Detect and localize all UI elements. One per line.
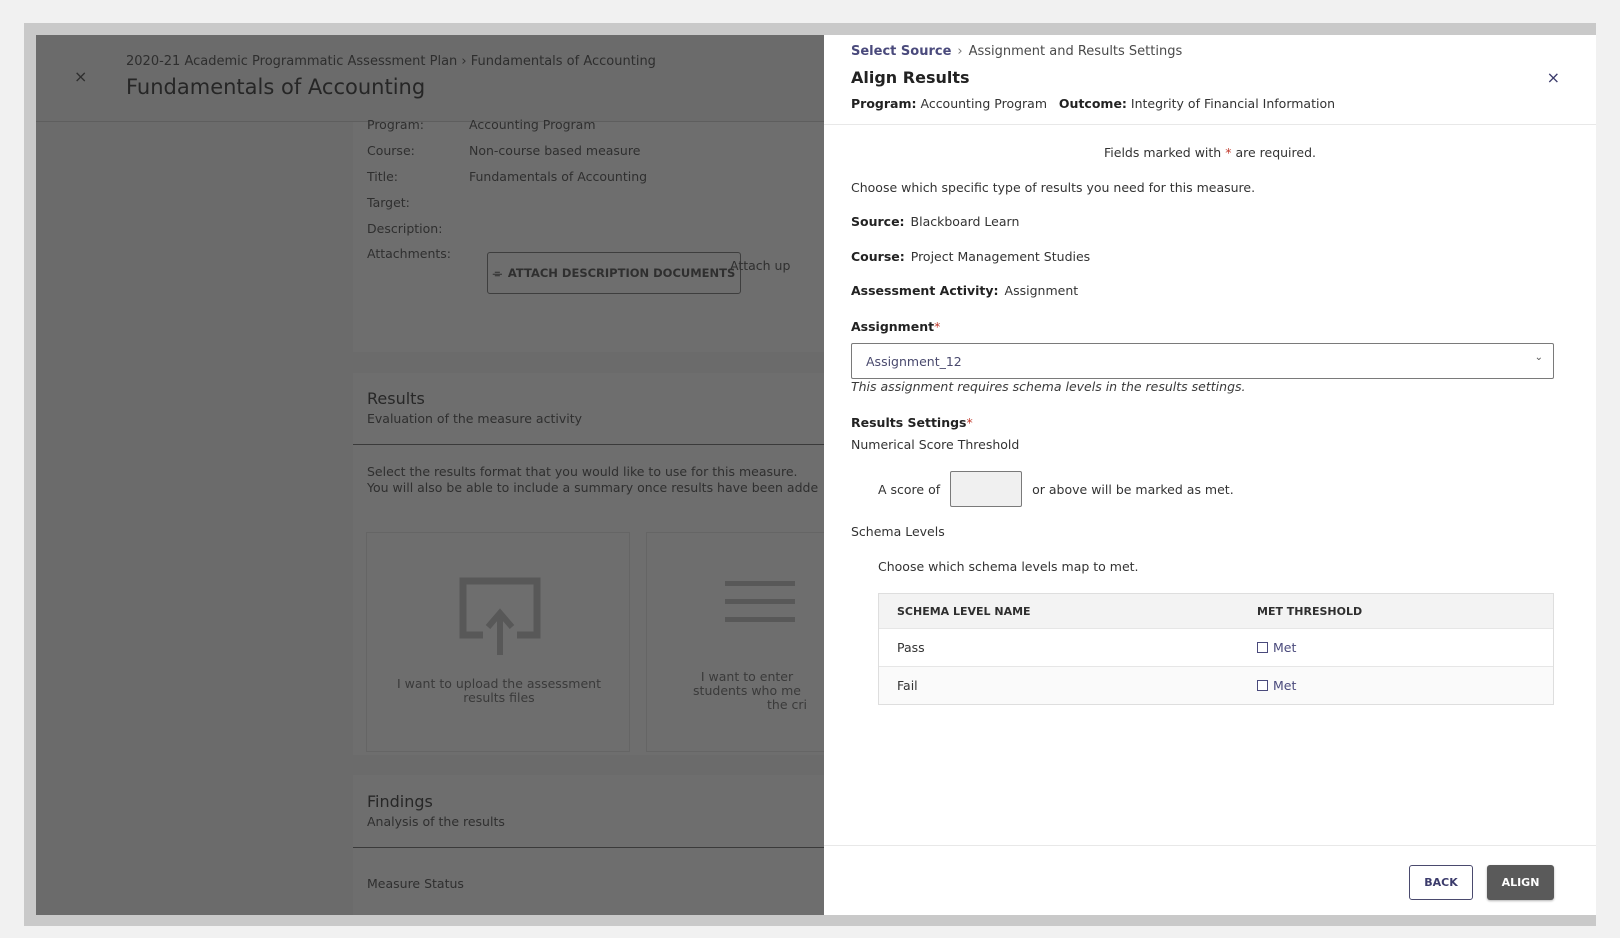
schema-instruction: Choose which schema levels map to met.	[878, 559, 1139, 574]
outcome-value: Integrity of Financial Information	[1130, 96, 1336, 111]
met-checkbox-group[interactable]: Met	[1257, 640, 1296, 655]
program-value: Accounting Program	[920, 96, 1047, 111]
back-button[interactable]: BACK	[1409, 865, 1473, 900]
schema-levels-table: SCHEMA LEVEL NAME MET THRESHOLD Pass Met…	[878, 593, 1554, 705]
required-note: Fields marked with * are required.	[824, 145, 1596, 160]
upload-tile-label: I want to upload the assessment results …	[397, 676, 601, 705]
panel-footer: BACK ALIGN	[824, 845, 1596, 915]
assignment-label: Assignment	[851, 319, 935, 334]
align-button[interactable]: ALIGN	[1487, 865, 1554, 900]
detail-value-program: Accounting Program	[469, 117, 596, 132]
checkbox-icon[interactable]	[1257, 680, 1268, 691]
detail-label-course: Course:	[367, 143, 415, 158]
assignment-field-label: Assignment*	[851, 319, 940, 334]
assignment-required-star: *	[934, 319, 941, 334]
findings-section-subtitle: Analysis of the results	[367, 814, 505, 829]
table-row: Fail Met	[879, 666, 1553, 704]
score-prefix: A score of	[878, 481, 941, 497]
detail-value-course: Non-course based measure	[469, 143, 641, 158]
detail-label-program: Program:	[367, 117, 424, 132]
checkbox-icon[interactable]	[1257, 642, 1268, 653]
met-checkbox-group[interactable]: Met	[1257, 678, 1296, 693]
results-settings-label: Results Settings	[851, 415, 967, 430]
activity-label: Assessment Activity:	[851, 283, 999, 298]
paperclip-icon: ⌯	[492, 265, 502, 280]
course-line: Course: Project Management Studies	[851, 249, 1090, 264]
findings-section-title: Findings	[367, 792, 433, 811]
activity-value: Assignment	[1004, 283, 1079, 298]
program-label: Program:	[851, 96, 917, 111]
align-results-panel: Select Source › Assignment and Results Set…	[824, 35, 1596, 915]
close-icon[interactable]: ×	[1547, 68, 1560, 87]
threshold-type: Numerical Score Threshold	[851, 437, 1020, 452]
outcome-label: Outcome:	[1058, 96, 1127, 111]
results-settings-required-star: *	[966, 415, 973, 430]
breadcrumb-separator: ›	[957, 44, 963, 59]
chevron-down-icon: ⌄	[1534, 352, 1543, 363]
results-section-subtitle: Evaluation of the measure activity	[367, 411, 583, 426]
upload-icon	[459, 577, 541, 655]
met-label[interactable]: Met	[1273, 678, 1296, 693]
detail-label-attachments: Attachments:	[367, 246, 452, 261]
schema-levels-label: Schema Levels	[851, 524, 945, 539]
activity-line: Assessment Activity: Assignment	[851, 283, 1078, 298]
table-row: Pass Met	[879, 628, 1553, 666]
course-value: Project Management Studies	[910, 249, 1091, 264]
source-label: Source:	[851, 214, 905, 229]
enter-tile-line-1: I want to enter	[700, 669, 794, 684]
column-header-schema-level-name: SCHEMA LEVEL NAME	[897, 605, 1031, 618]
breadcrumb-current: Assignment and Results Settings	[968, 44, 1183, 59]
results-instruction-1: Select the results format that you would…	[367, 464, 798, 479]
background-breadcrumb[interactable]: 2020-21 Academic Programmatic Assessment…	[126, 54, 656, 69]
attach-description-documents-button[interactable]: ⌯ ATTACH DESCRIPTION DOCUMENTS	[487, 252, 741, 294]
column-header-met-threshold: MET THRESHOLD	[1257, 605, 1363, 618]
source-value: Blackboard Learn	[910, 214, 1020, 229]
required-note-prefix: Fields marked with	[1104, 145, 1222, 160]
course-label: Course:	[851, 249, 905, 264]
breadcrumb-select-source-link[interactable]: Select Source	[851, 44, 951, 59]
detail-label-description: Description:	[367, 221, 443, 236]
panel-header: Select Source › Assignment and Results Set…	[824, 35, 1596, 125]
source-line: Source: Blackboard Learn	[851, 214, 1019, 229]
measure-status-label: Measure Status	[367, 876, 464, 891]
enter-results-tile[interactable]: I want to enter students who me the cri	[646, 532, 846, 752]
results-instruction-2: You will also be able to include a summa…	[367, 480, 819, 495]
panel-breadcrumb: Select Source › Assignment and Results Set…	[851, 44, 1182, 59]
score-suffix: or above will be marked as met.	[1032, 481, 1234, 497]
list-icon	[725, 581, 795, 622]
score-threshold-input[interactable]	[950, 471, 1023, 507]
table-header: SCHEMA LEVEL NAME MET THRESHOLD	[879, 594, 1553, 628]
findings-divider	[353, 847, 853, 848]
detail-value-title: Fundamentals of Accounting	[469, 169, 648, 184]
intro-text: Choose which specific type of results yo…	[851, 180, 1256, 195]
app-window: × 2020-21 Academic Programmatic Assessme…	[36, 35, 1596, 915]
background-page-title: Fundamentals of Accounting	[126, 75, 426, 99]
met-label[interactable]: Met	[1273, 640, 1296, 655]
schema-level-name: Fail	[897, 678, 918, 693]
schema-level-name: Pass	[897, 640, 925, 655]
assignment-helper-text: This assignment requires schema levels i…	[851, 379, 1246, 394]
enter-tile-line-2: students who me	[693, 683, 801, 698]
panel-title: Align Results	[851, 68, 970, 87]
results-divider	[353, 444, 853, 445]
detail-label-title: Title:	[367, 169, 398, 184]
attach-hint: Attach up	[730, 258, 791, 273]
detail-label-target: Target:	[367, 195, 410, 210]
panel-meta: Program: Accounting Program Outcome: Int…	[851, 96, 1335, 111]
score-threshold-row: A score of or above will be marked as me…	[878, 471, 1234, 507]
assignment-select-value: Assignment_12	[866, 354, 962, 369]
results-section-title: Results	[367, 389, 425, 408]
results-settings-field-label: Results Settings*	[851, 415, 973, 430]
background-close-icon[interactable]: ×	[74, 67, 87, 86]
required-star: *	[1225, 145, 1232, 160]
attach-button-label: ATTACH DESCRIPTION DOCUMENTS	[507, 266, 736, 280]
upload-results-tile[interactable]: I want to upload the assessment results …	[366, 532, 630, 752]
required-note-suffix: are required.	[1235, 145, 1316, 160]
assignment-select[interactable]: Assignment_12 ⌄	[851, 343, 1554, 379]
